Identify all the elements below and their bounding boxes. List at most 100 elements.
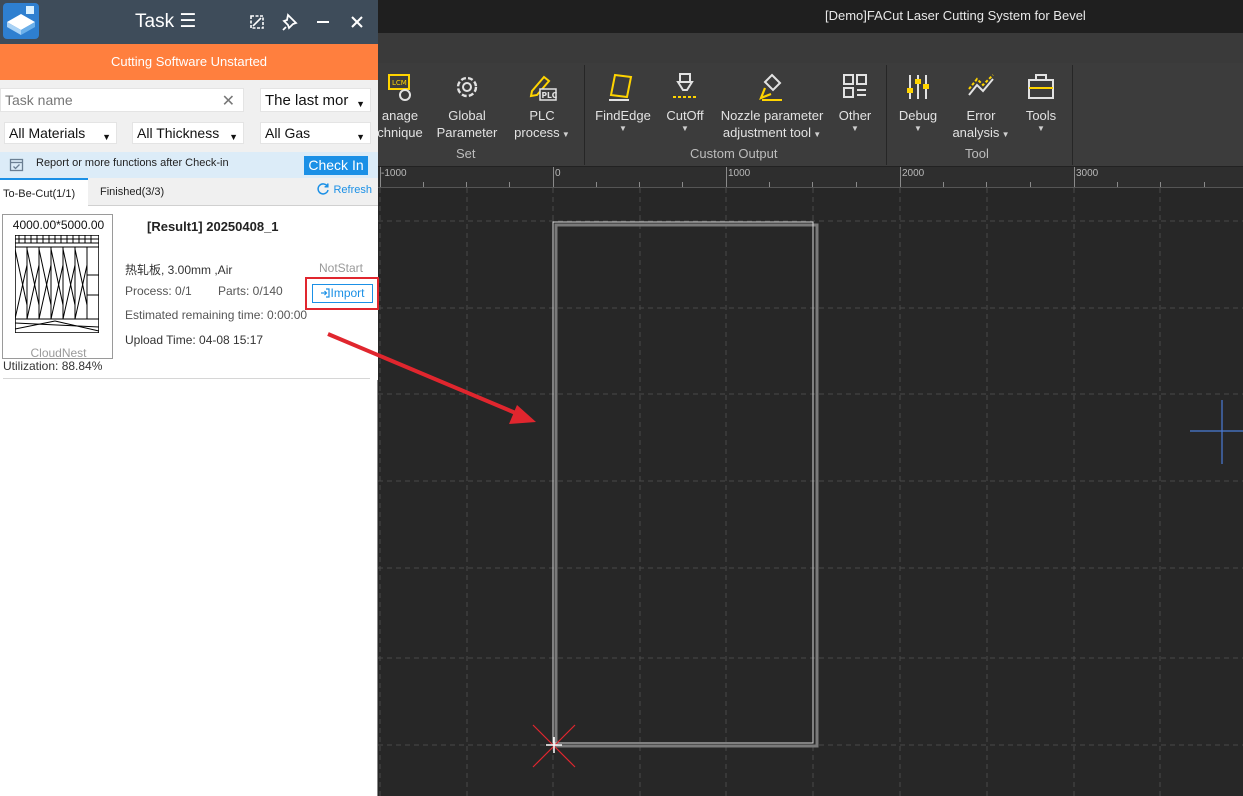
group-label-custom-output: Custom Output — [690, 146, 778, 161]
ruler-minor-tick — [943, 182, 944, 187]
ruler-minor-tick — [466, 182, 467, 187]
materials-value: All Materials — [9, 125, 86, 141]
ribbon-label: PLC — [529, 108, 555, 123]
task-panel-header: Task ☰ — [0, 0, 378, 44]
debug-button[interactable]: Debug ▼ — [896, 71, 940, 134]
task-upload-time: Upload Time: 04-08 15:17 — [125, 333, 264, 347]
ribbon-label: Tools — [1025, 108, 1057, 123]
task-title: [Result1] 20250408_1 — [147, 219, 279, 234]
ruler-minor-tick — [812, 182, 813, 187]
plc-process-button[interactable]: PLC PLC process ▼ — [510, 71, 574, 143]
pin-icon[interactable] — [279, 10, 303, 34]
task-material-info: 热轧板, 3.00mm ,Air — [125, 263, 233, 277]
origin-cross — [546, 737, 562, 753]
app-root: [Demo]FACut Laser Cutting System for Bev… — [0, 0, 1243, 796]
nest-preview-image — [15, 235, 99, 333]
chevron-down-icon: ▼ — [851, 124, 859, 133]
dock-icon[interactable] — [245, 10, 269, 34]
check-in-button[interactable]: Check In — [304, 156, 368, 175]
minimize-icon[interactable] — [311, 10, 335, 34]
lcm-gear-icon: LCM — [388, 74, 411, 101]
ruler-minor-tick — [1160, 182, 1161, 187]
thickness-select[interactable]: All Thickness ▼ — [132, 122, 244, 144]
ruler-minor-tick — [596, 182, 597, 187]
task-card[interactable]: 4000.00*5000.00 CloudNest [Result1] 2025… — [0, 206, 379, 380]
ribbon-label: anage — [381, 108, 419, 123]
sliders-icon — [907, 75, 929, 99]
ruler-minor-tick — [1030, 182, 1031, 187]
ruler-minor-tick — [1117, 182, 1118, 187]
cursor-crosshair — [1190, 400, 1243, 464]
ruler-major-tick — [553, 167, 554, 187]
chevron-down-icon: ▼ — [914, 124, 922, 133]
ribbon-label: adjustment tool — [722, 125, 812, 140]
cutting-software-status: Cutting Software Unstarted — [0, 44, 378, 80]
other-button[interactable]: Other ▼ — [834, 71, 876, 134]
trend-chart-icon — [968, 74, 994, 96]
ruler-label: -1000 — [381, 168, 407, 179]
notice-text: Report or more functions after Check-in — [36, 157, 229, 169]
time-range-value: The last mor — [265, 92, 349, 109]
cutoff-button[interactable]: CutOff ▼ — [662, 71, 708, 134]
ribbon-label: process — [514, 125, 560, 140]
svg-text:PLC: PLC — [542, 91, 558, 100]
refresh-button[interactable]: Refresh — [316, 182, 372, 196]
find-edge-icon — [609, 73, 633, 101]
manage-technique-button[interactable]: LCM anage chnique — [374, 71, 426, 141]
gas-select[interactable]: All Gas ▼ — [260, 122, 371, 144]
nozzle-brush-icon — [759, 73, 782, 101]
menu-bar — [378, 33, 1243, 63]
ruler-label: 0 — [555, 168, 561, 179]
sheet-outline[interactable] — [552, 221, 814, 744]
error-analysis-button[interactable]: Error analysis ▼ — [950, 71, 1012, 143]
tools-button[interactable]: Tools ▼ — [1020, 71, 1062, 134]
ribbon-label: Debug — [898, 108, 938, 123]
task-parts: Parts: 0/140 — [218, 284, 283, 298]
search-placeholder: Task name — [5, 92, 73, 108]
time-range-select[interactable]: The last mor ▼ — [260, 88, 371, 112]
task-panel-title[interactable]: Task ☰ — [135, 10, 196, 33]
findedge-button[interactable]: FindEdge ▼ — [592, 71, 654, 134]
ribbon-label: FindEdge — [595, 108, 651, 123]
nozzle-parameter-button[interactable]: Nozzle parameter adjustment tool ▼ — [716, 71, 828, 143]
calendar-icon — [9, 158, 24, 172]
ribbon-label: Parameter — [436, 125, 498, 140]
drawing-canvas[interactable] — [378, 188, 1243, 796]
group-label-tool: Tool — [965, 146, 989, 161]
toolbox-icon — [1028, 74, 1054, 99]
card-divider — [3, 378, 370, 379]
task-name-search-input[interactable]: Task name ✕ — [0, 88, 244, 112]
import-highlight-box: Import — [305, 277, 379, 310]
tab-to-be-cut[interactable]: To-Be-Cut(1/1) — [0, 178, 88, 206]
ruler-minor-tick — [639, 182, 640, 187]
materials-select[interactable]: All Materials ▼ — [4, 122, 117, 144]
close-icon[interactable] — [345, 10, 369, 34]
grid-icon — [843, 74, 867, 98]
chevron-down-icon: ▼ — [619, 124, 627, 133]
group-separator — [584, 65, 585, 165]
chevron-down-icon: ▼ — [681, 124, 689, 133]
tab-finished[interactable]: Finished(3/3) — [100, 178, 180, 206]
gear-icon — [456, 76, 478, 98]
window-title: [Demo]FACut Laser Cutting System for Bev… — [825, 8, 1086, 23]
ruler-minor-tick — [856, 182, 857, 187]
sheet-shadow — [554, 223, 819, 748]
ribbon-label: chnique — [377, 125, 423, 140]
gas-value: All Gas — [265, 125, 311, 141]
task-filters: Task name ✕ The last mor ▼ All Materials… — [0, 80, 378, 152]
clear-icon[interactable]: ✕ — [222, 91, 235, 113]
ruler-minor-tick — [509, 182, 510, 187]
import-button[interactable]: Import — [312, 284, 373, 303]
nest-thumbnail[interactable]: 4000.00*5000.00 CloudNest — [2, 214, 113, 360]
ruler-label: 2000 — [902, 168, 925, 179]
svg-text:LCM: LCM — [392, 79, 407, 87]
canvas-grid — [378, 188, 1243, 796]
nest-source: CloudNest — [30, 346, 87, 360]
ribbon-label: Global — [448, 108, 486, 123]
thickness-value: All Thickness — [137, 125, 220, 141]
import-icon — [321, 288, 331, 298]
task-tabs: To-Be-Cut(1/1) Finished(3/3) Refresh — [0, 178, 378, 206]
task-panel: Task ☰ Cutting Software Unstarted Task n… — [0, 0, 379, 796]
ribbon-label: analysis — [952, 125, 1000, 140]
global-parameter-button[interactable]: Global Parameter — [434, 71, 500, 141]
